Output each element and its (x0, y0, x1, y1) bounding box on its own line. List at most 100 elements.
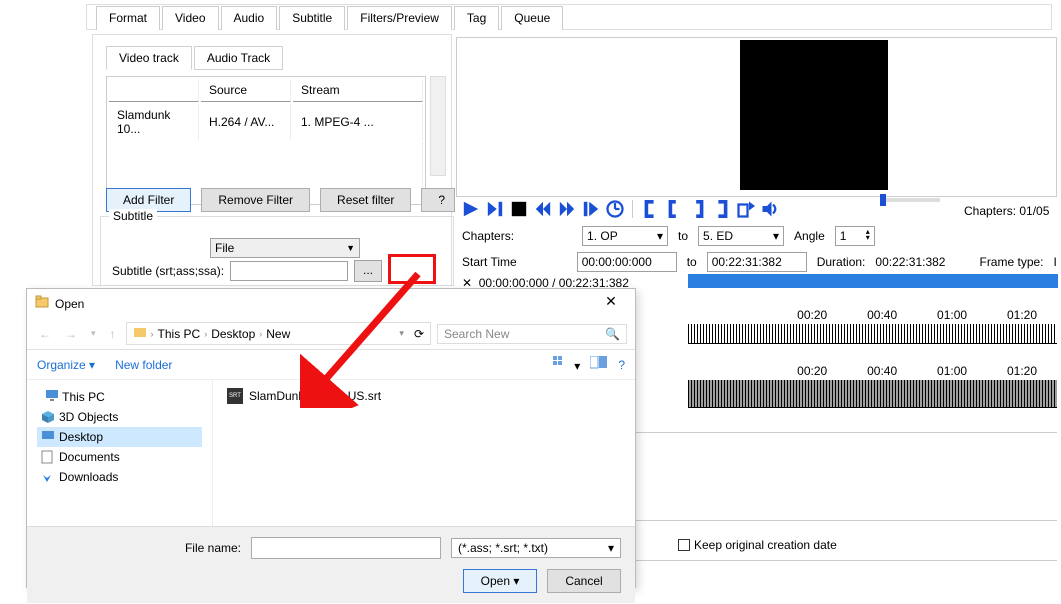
subtitle-legend: Subtitle (109, 209, 157, 223)
fastforward-icon[interactable] (558, 200, 576, 218)
subtab-audio-track[interactable]: Audio Track (194, 46, 283, 70)
close-button[interactable]: ✕ (593, 293, 629, 315)
dialog-title: Open (55, 297, 84, 311)
browse-button[interactable]: ... (354, 260, 382, 282)
subtitle-file-input[interactable] (230, 261, 348, 281)
cell-source: H.264 / AV... (201, 104, 291, 140)
tab-audio[interactable]: Audio (221, 6, 278, 30)
help-icon[interactable]: ? (618, 358, 625, 372)
file-item-srt[interactable]: SRT SlamDunk101.en_US.srt (227, 388, 621, 404)
export-icon[interactable] (737, 200, 755, 218)
main-tabs: Format Video Audio Subtitle Filters/Prev… (96, 6, 565, 30)
tree-documents[interactable]: Documents (37, 447, 202, 467)
timeline-ruler-bottom[interactable]: 00:2000:4001:0001:20 (688, 364, 1057, 400)
tab-queue[interactable]: Queue (501, 6, 563, 30)
view-list-icon[interactable]: ▾ (553, 356, 580, 373)
duration-value: 00:22:31:382 (875, 255, 945, 269)
subtitle-type-value: File (215, 241, 234, 255)
crumb-desktop[interactable]: Desktop (211, 327, 255, 341)
volume-icon[interactable] (761, 200, 779, 218)
video-preview (740, 40, 888, 190)
reset-filter-button[interactable]: Reset filter (320, 188, 411, 212)
chapter-to-combo[interactable]: 5. ED▾ (698, 226, 784, 246)
open-file-dialog: Open ✕ ← → ▾ ↑ › This PC› Desktop› New ▾… (26, 288, 636, 588)
progress-bar[interactable] (688, 274, 1058, 288)
nav-up-icon[interactable]: ↑ (106, 325, 120, 343)
file-name: SlamDunk101.en_US.srt (249, 389, 381, 403)
col-source[interactable]: Source (201, 79, 291, 102)
tree-this-pc[interactable]: This PC (37, 386, 202, 407)
cell-name: Slamdunk 10... (109, 104, 199, 140)
duration-label: Duration: (817, 255, 866, 269)
subtab-video-track[interactable]: Video track (106, 46, 192, 70)
tree-3d-objects[interactable]: 3D Objects (37, 407, 202, 427)
preview-pane-icon[interactable] (590, 356, 608, 373)
srt-file-icon: SRT (227, 388, 243, 404)
breadcrumb[interactable]: › This PC› Desktop› New ▾ ⟳ (126, 322, 431, 345)
desktop-icon (41, 430, 55, 444)
organize-menu[interactable]: Organize ▾ (37, 358, 95, 372)
filename-input[interactable] (251, 537, 441, 559)
search-placeholder: Search New (444, 327, 509, 341)
file-filter-combo[interactable]: (*.ass; *.srt; *.txt)▾ (451, 538, 621, 558)
clock-icon[interactable] (606, 200, 624, 218)
open-button[interactable]: Open ▾ (463, 569, 537, 593)
subtitle-type-combo[interactable]: File ▼ (210, 238, 360, 258)
chapters-indicator: Chapters: 01/05 (964, 204, 1049, 218)
chevron-down-icon[interactable]: ▾ (399, 328, 404, 339)
document-icon (41, 450, 55, 464)
tab-video[interactable]: Video (162, 6, 218, 30)
refresh-icon[interactable]: ⟳ (414, 327, 424, 341)
nav-history-icon[interactable]: ▾ (87, 326, 100, 341)
step-icon[interactable] (582, 200, 600, 218)
table-row[interactable]: Slamdunk 10... H.264 / AV... 1. MPEG-4 .… (109, 104, 423, 140)
keep-original-label: Keep original creation date (694, 538, 837, 552)
to-label-2: to (687, 255, 697, 269)
playback-controls (462, 200, 779, 218)
help-button[interactable]: ? (421, 188, 455, 212)
nav-forward-icon[interactable]: → (61, 325, 81, 343)
tab-format[interactable]: Format (96, 6, 160, 30)
folder-icon (133, 325, 147, 342)
tab-subtitle[interactable]: Subtitle (279, 6, 345, 30)
remove-filter-button[interactable]: Remove Filter (201, 188, 310, 212)
checkbox-icon[interactable] (678, 539, 690, 551)
cancel-button[interactable]: Cancel (547, 569, 621, 593)
tab-filters-preview[interactable]: Filters/Preview (347, 6, 452, 30)
chevron-down-icon: ▼ (346, 243, 355, 253)
angle-spinner[interactable]: 1▴▾ (835, 226, 875, 246)
bracket-right-icon[interactable] (689, 200, 707, 218)
start-time-input[interactable]: 00:00:00:000 (577, 252, 677, 272)
keep-original-checkbox[interactable]: Keep original creation date (678, 538, 837, 552)
track-scrollbar[interactable] (430, 76, 446, 176)
mark-in-icon[interactable] (641, 200, 659, 218)
play-icon[interactable] (462, 200, 480, 218)
start-time-label: Start Time (462, 255, 517, 269)
col-stream[interactable]: Stream (293, 79, 423, 102)
timeline-ruler-top[interactable]: 00:2000:4001:0001:20 (688, 308, 1057, 344)
col-name[interactable] (109, 79, 199, 102)
mark-out-icon[interactable] (713, 200, 731, 218)
tree-downloads[interactable]: Downloads (37, 467, 202, 487)
next-icon[interactable] (486, 200, 504, 218)
volume-slider[interactable] (880, 198, 940, 202)
folder-tree[interactable]: This PC 3D Objects Desktop Documents Dow… (27, 380, 213, 526)
rewind-icon[interactable] (534, 200, 552, 218)
new-folder-button[interactable]: New folder (115, 358, 172, 372)
crumb-pc[interactable]: This PC (158, 327, 201, 341)
to-label: to (678, 229, 688, 243)
annotation-highlight (388, 254, 436, 284)
bracket-left-icon[interactable] (665, 200, 683, 218)
file-list[interactable]: SRT SlamDunk101.en_US.srt (213, 380, 635, 526)
end-time-input[interactable]: 00:22:31:382 (707, 252, 807, 272)
crumb-new[interactable]: New (266, 327, 290, 341)
separator (632, 200, 633, 218)
search-input[interactable]: Search New 🔍 (437, 324, 627, 344)
nav-back-icon[interactable]: ← (35, 325, 55, 343)
chapter-from-combo[interactable]: 1. OP▾ (582, 226, 668, 246)
tree-desktop[interactable]: Desktop (37, 427, 202, 447)
tab-tag[interactable]: Tag (454, 6, 499, 30)
stop-icon[interactable] (510, 200, 528, 218)
angle-label: Angle (794, 229, 825, 243)
cube-icon (41, 410, 55, 424)
